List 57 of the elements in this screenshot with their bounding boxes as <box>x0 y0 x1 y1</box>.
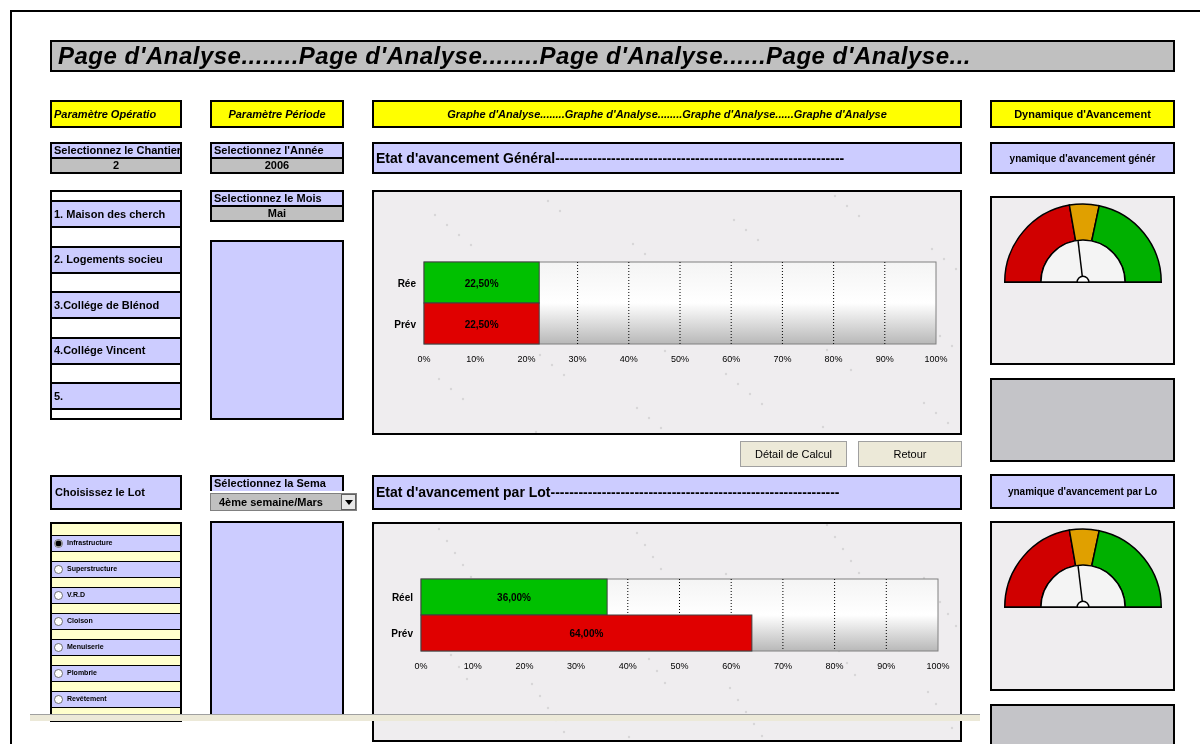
week-dropdown[interactable]: 4ème semaine/Mars <box>210 493 357 511</box>
category-label: Rée <box>397 277 416 289</box>
tick-label: 70% <box>773 354 792 364</box>
section-header: Paramètre Période <box>210 100 344 128</box>
tick-label: 100% <box>926 661 950 671</box>
section-header: Dynamique d'Avancement <box>990 100 1175 128</box>
tick-label: 90% <box>877 661 896 671</box>
action-button[interactable]: Retour <box>858 441 962 467</box>
value-label: 64,00% <box>569 628 604 639</box>
tick-label: 0% <box>414 661 428 671</box>
select-label: Selectionnez l'Année <box>210 142 344 157</box>
category-label: Prév <box>391 628 413 639</box>
dropdown-button[interactable] <box>341 494 356 510</box>
tick-label: 10% <box>466 354 485 364</box>
tick-label: 60% <box>722 661 741 671</box>
tick-label: 40% <box>618 661 637 671</box>
tick-label: 10% <box>463 661 482 671</box>
tick-label: 30% <box>568 354 587 364</box>
tick-label: 20% <box>517 354 536 364</box>
value-label: 22,50% <box>464 318 499 330</box>
panel-title: ynamique d'avancement génér <box>990 142 1175 174</box>
tick-label: 80% <box>824 354 843 364</box>
section-title: Etat d'avancement Général-------------------------------------------------------------- <box>372 142 962 174</box>
tick-label: 70% <box>773 661 792 671</box>
select-value[interactable]: Mai <box>210 205 344 222</box>
select-label: Selectionnez le Chantier <box>50 142 182 157</box>
select-label: Sélectionnez la Sema <box>210 475 344 491</box>
value-label: 36,00% <box>497 592 531 603</box>
select-value[interactable]: 2006 <box>210 157 344 174</box>
tick-label: 60% <box>722 354 741 364</box>
tick-label: 50% <box>670 661 689 671</box>
value-label: 22,50% <box>464 277 499 289</box>
site-item[interactable]: 1. Maison des cherch <box>52 200 180 228</box>
page-title: Page d'Analyse........Page d'Analyse........Page d'Analyse......Page d'Analyse... <box>50 40 1175 72</box>
category-label: Réel <box>391 592 413 603</box>
lot-title: Choisissez le Lot <box>50 475 182 510</box>
site-item[interactable]: 2. Logements socieu <box>52 245 180 274</box>
tick-label: 0% <box>417 354 431 364</box>
action-button[interactable]: Détail de Calcul <box>740 441 847 467</box>
site-item[interactable]: 3.Collége de Blénod <box>52 291 180 319</box>
tick-label: 50% <box>671 354 689 364</box>
tick-label: 20% <box>515 661 534 671</box>
tick-label: 40% <box>619 354 638 364</box>
tick-label: 90% <box>875 354 894 364</box>
tick-label: 30% <box>567 661 586 671</box>
category-label: Prév <box>394 318 416 330</box>
panel-title: ynamique d'avancement par Lo <box>990 474 1175 509</box>
section-header: Graphe d'Analyse........Graphe d'Analyse........Graphe d'Analyse......Graphe d'Analyse <box>372 100 962 128</box>
select-value[interactable]: 2 <box>50 157 182 174</box>
site-item[interactable]: 4.Collége Vincent <box>52 336 180 365</box>
tick-label: 80% <box>825 661 844 671</box>
tick-label: 100% <box>924 354 948 364</box>
section-header: Paramètre Opératio <box>50 100 182 128</box>
select-label: Selectionnez le Mois <box>210 190 344 205</box>
site-item[interactable]: 5. <box>52 382 180 410</box>
caret-icon <box>344 499 353 505</box>
section-title: Etat d'avancement par Lot-------------------------------------------------------------- <box>372 475 962 510</box>
